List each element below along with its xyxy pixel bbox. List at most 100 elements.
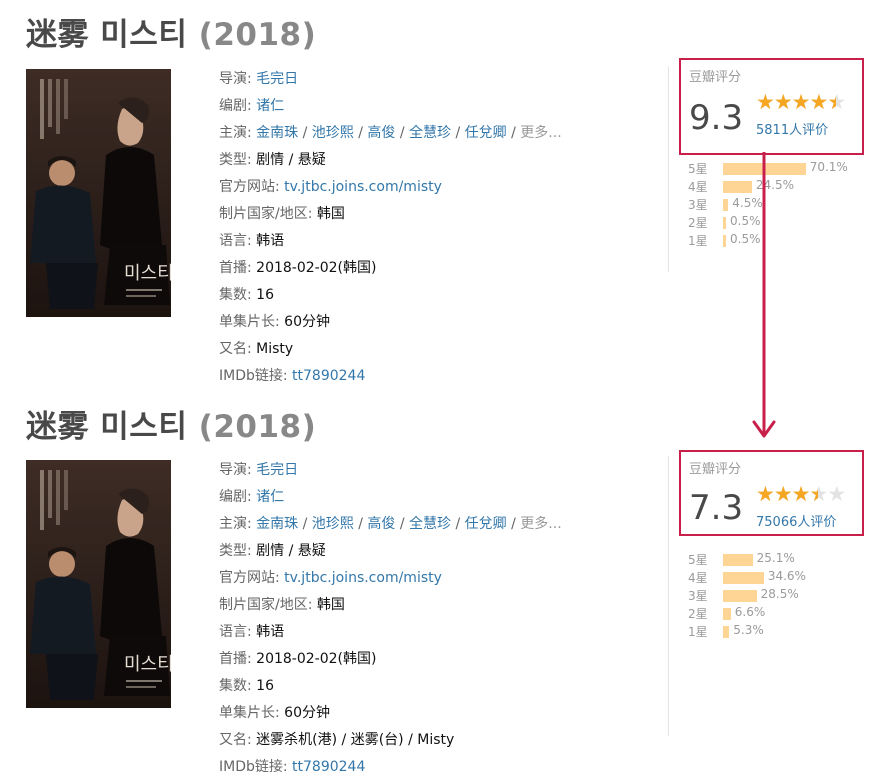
cast-link[interactable]: 金南珠	[256, 516, 298, 532]
star-icon: ★★	[827, 90, 846, 114]
imdb-link[interactable]: tt7890244	[292, 368, 365, 384]
cast-more-link[interactable]: 更多...	[520, 516, 561, 532]
episodes-row: 集数: 16	[219, 678, 274, 694]
poster-title: 미스티	[124, 263, 171, 284]
star-icon: ★★	[773, 482, 793, 506]
rating-dist-label: 4星	[688, 180, 708, 194]
arrow-down-icon	[752, 152, 776, 438]
rating-dist-label: 1星	[688, 625, 708, 639]
runtime-value: 60分钟	[284, 705, 330, 721]
rating-dist-label: 2星	[688, 607, 708, 621]
star-icon: ★★	[756, 90, 775, 114]
genre-value: 剧情 / 悬疑	[256, 543, 326, 559]
rating-dist-percent: 6.6%	[734, 605, 766, 619]
writer-link[interactable]: 诸仁	[256, 98, 284, 114]
rating-dist-bar	[723, 199, 729, 211]
director-link[interactable]: 毛完日	[256, 71, 298, 87]
rating-dist-bar	[723, 554, 753, 566]
genre-row: 类型: 剧情 / 悬疑	[219, 152, 326, 168]
website-row: 官方网站: tv.jtbc.joins.com/misty	[219, 179, 442, 195]
page-title: 迷雾 미스티 (2018)	[26, 401, 316, 446]
divider	[668, 66, 669, 272]
rating-score: 7.3	[689, 488, 744, 528]
cast-link[interactable]: 金南珠	[256, 125, 298, 141]
rating-count-link[interactable]: 75066人评价	[756, 511, 836, 530]
cast-link[interactable]: 任兌卿	[465, 516, 507, 532]
imdb-row: IMDb链接: tt7890244	[219, 368, 366, 384]
poster-image[interactable]: 미스티	[26, 69, 171, 317]
rating-dist-label: 1星	[688, 234, 708, 248]
poster-artwork: 미스티	[26, 69, 171, 317]
rating-dist-bar	[723, 217, 726, 229]
info-panel: 导演: 毛完日 编剧: 诸仁 主演: 金南珠 / 池珍熙 / 高俊 / 全慧珍 …	[219, 66, 562, 390]
country-row: 制片国家/地区: 韩国	[219, 597, 345, 613]
cast-link[interactable]: 池珍熙	[312, 125, 354, 141]
rating-count-link[interactable]: 5811人评价	[756, 119, 828, 138]
divider	[668, 456, 669, 736]
premiere-row: 首播: 2018-02-02(韩国)	[219, 651, 377, 667]
rating-stars: ★★★★★★★★★★	[756, 90, 846, 114]
title-text: 迷雾 미스티	[26, 17, 188, 53]
cast-link[interactable]: 高俊	[367, 516, 395, 532]
star-icon: ★★	[809, 90, 828, 114]
imdb-row: IMDb链接: tt7890244	[219, 759, 366, 775]
cast-row: 主演: 金南珠 / 池珍熙 / 高俊 / 全慧珍 / 任兌卿 / 更多...	[219, 125, 562, 141]
imdb-link[interactable]: tt7890244	[292, 759, 365, 775]
poster-image[interactable]: 미스티	[26, 460, 171, 708]
cast-link[interactable]: 高俊	[367, 125, 395, 141]
star-icon: ★★	[827, 482, 846, 506]
title-year: (2018)	[198, 17, 317, 53]
runtime-value: 60分钟	[284, 314, 330, 330]
rating-dist-bar	[723, 572, 764, 584]
writer-row: 编剧: 诸仁	[219, 98, 285, 114]
rating-dist-bar	[723, 181, 752, 193]
director-link[interactable]: 毛完日	[256, 462, 298, 478]
cast-link[interactable]: 任兌卿	[465, 125, 507, 141]
rating-stars: ★★★★★★★★★★	[756, 482, 846, 506]
cast-row: 主演: 金南珠 / 池珍熙 / 高俊 / 全慧珍 / 任兌卿 / 更多...	[219, 516, 562, 532]
aka-value: 迷雾杀机(港) / 迷雾(台) / Misty	[256, 732, 455, 748]
rating-dist-bar	[723, 608, 731, 620]
website-link[interactable]: tv.jtbc.joins.com/misty	[284, 570, 442, 586]
star-icon: ★★	[809, 482, 828, 506]
genre-row: 类型: 剧情 / 悬疑	[219, 543, 326, 559]
rating-label: 豆瓣评分	[689, 70, 742, 85]
rating-box-highlight: 豆瓣评分 7.3 ★★★★★★★★★★ 75066人评价	[679, 450, 864, 536]
website-row: 官方网站: tv.jtbc.joins.com/misty	[219, 570, 442, 586]
language-value: 韩语	[256, 233, 285, 249]
rating-dist-label: 3星	[688, 589, 708, 603]
runtime-row: 单集片长: 60分钟	[219, 314, 330, 330]
country-value: 韩国	[316, 597, 345, 613]
cast-link[interactable]: 全慧珍	[409, 516, 451, 532]
cast-link[interactable]: 全慧珍	[409, 125, 451, 141]
star-icon: ★★	[756, 482, 775, 506]
episodes-value: 16	[256, 678, 274, 694]
title-text: 迷雾 미스티	[26, 409, 188, 445]
aka-row: 又名: Misty	[219, 341, 294, 357]
director-row: 导演: 毛完日	[219, 71, 299, 87]
title-year: (2018)	[198, 409, 317, 445]
country-value: 韩国	[316, 206, 345, 222]
rating-dist-label: 5星	[688, 553, 708, 567]
rating-dist-label: 5星	[688, 162, 708, 176]
rating-dist-percent: 28.5%	[760, 587, 799, 601]
rating-dist-label: 4星	[688, 571, 708, 585]
rating-score: 9.3	[689, 98, 744, 138]
genre-value: 剧情 / 悬疑	[256, 152, 326, 168]
language-row: 语言: 韩语	[219, 624, 285, 640]
language-value: 韩语	[256, 624, 285, 640]
rating-dist-percent: 5.3%	[733, 623, 764, 637]
country-row: 制片国家/地区: 韩国	[219, 206, 345, 222]
premiere-row: 首播: 2018-02-02(韩国)	[219, 260, 377, 276]
cast-link[interactable]: 池珍熙	[312, 516, 354, 532]
website-link[interactable]: tv.jtbc.joins.com/misty	[284, 179, 442, 195]
language-row: 语言: 韩语	[219, 233, 285, 249]
aka-row: 又名: 迷雾杀机(港) / 迷雾(台) / Misty	[219, 732, 455, 748]
star-icon: ★★	[773, 90, 793, 114]
rating-dist-bar	[723, 590, 757, 602]
rating-label: 豆瓣评分	[689, 462, 742, 477]
cast-more-link[interactable]: 更多...	[520, 125, 561, 141]
episodes-row: 集数: 16	[219, 287, 274, 303]
info-panel: 导演: 毛完日 编剧: 诸仁 主演: 金南珠 / 池珍熙 / 高俊 / 全慧珍 …	[219, 457, 562, 781]
writer-link[interactable]: 诸仁	[256, 489, 284, 505]
